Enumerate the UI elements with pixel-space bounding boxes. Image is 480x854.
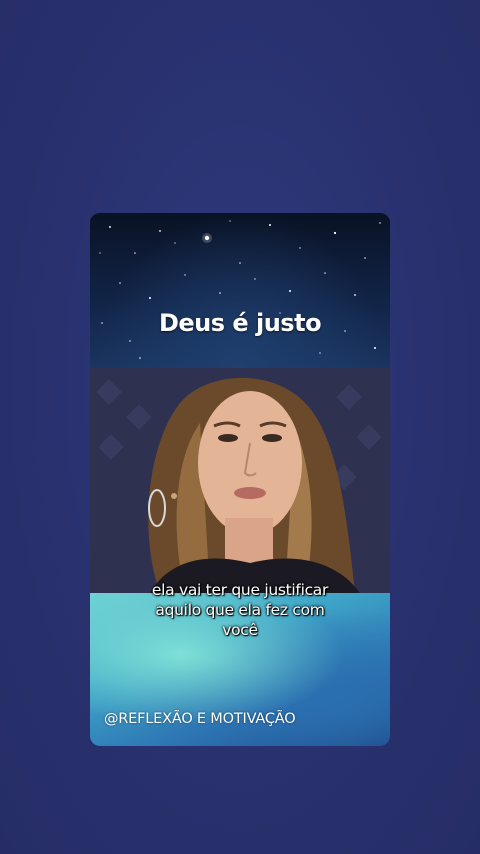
speaker-video-frame[interactable] — [90, 368, 390, 593]
page-background: Deus é justo ela vai ter que justificar … — [0, 0, 480, 854]
caption-line-2: aquilo que ela fez com — [155, 601, 325, 619]
speaker-portrait — [90, 368, 390, 593]
video-title: Deus é justo — [158, 309, 322, 337]
starry-sky-header: Deus é justo — [90, 213, 390, 368]
subtitle-caption: ela vai ter que justificar aquilo que el… — [90, 580, 390, 640]
caption-line-3: você — [222, 621, 258, 639]
video-card[interactable]: Deus é justo ela vai ter que justificar … — [90, 213, 390, 746]
channel-watermark: @REFLEXÃO E MOTIVAÇÃO — [104, 711, 296, 727]
caption-line-1: ela vai ter que justificar — [151, 581, 329, 599]
stars-decoration — [99, 220, 381, 359]
